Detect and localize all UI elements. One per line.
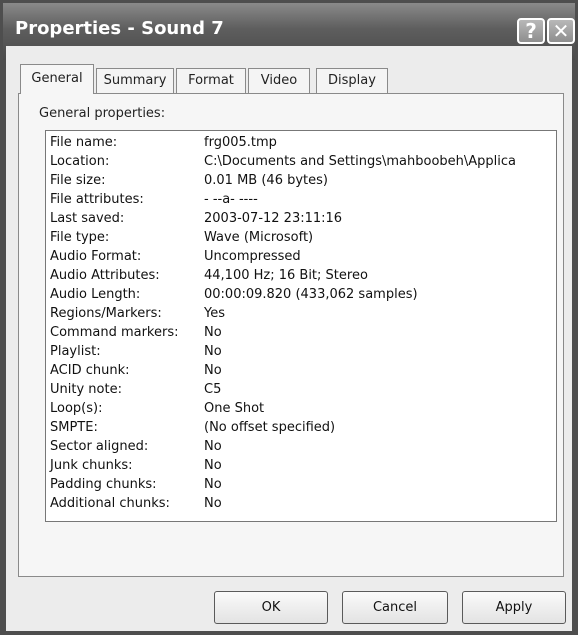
help-icon: ?	[525, 19, 537, 43]
property-value: No	[204, 458, 222, 473]
cancel-button[interactable]: Cancel	[342, 591, 448, 624]
dialog-client-area: General Summary Format Video Display Gen…	[6, 46, 572, 631]
property-key: File size:	[50, 173, 106, 188]
property-value: No	[204, 477, 222, 492]
tab-format[interactable]: Format	[176, 68, 246, 93]
property-key: Command markers:	[50, 325, 179, 340]
property-value: One Shot	[204, 401, 265, 416]
property-key: Audio Format:	[50, 249, 142, 264]
tab-display-label: Display	[328, 73, 376, 88]
properties-list[interactable]: File name: frg005.tmp Location: C:\Documen…	[45, 130, 557, 522]
close-icon: ✕	[552, 19, 570, 43]
property-value: No	[204, 363, 222, 378]
property-key: Loop(s):	[50, 401, 103, 416]
general-tab-page: General properties: File name: frg005.tmp…	[18, 93, 564, 577]
property-key: Playlist:	[50, 344, 101, 359]
tab-summary[interactable]: Summary	[96, 68, 174, 93]
general-properties-label: General properties:	[39, 106, 166, 121]
ok-button[interactable]: OK	[214, 591, 328, 624]
window-title: Properties - Sound 7	[15, 18, 224, 39]
close-button[interactable]: ✕	[547, 18, 575, 44]
property-value: (No offset specified)	[204, 420, 336, 435]
property-key: Location:	[50, 154, 110, 169]
tab-general-label: General	[31, 71, 83, 86]
property-value: 44,100 Hz; 16 Bit; Stereo	[204, 268, 368, 283]
apply-button[interactable]: Apply	[462, 591, 566, 624]
property-key: File name:	[50, 135, 118, 150]
property-value: Wave (Microsoft)	[204, 230, 314, 245]
property-key: Unity note:	[50, 382, 122, 397]
properties-dialog: Properties - Sound 7 ? ✕ General Summary…	[0, 0, 578, 635]
property-value: frg005.tmp	[204, 135, 277, 150]
tab-format-label: Format	[188, 73, 234, 88]
tab-video-label: Video	[260, 73, 298, 88]
property-key: Audio Attributes:	[50, 268, 160, 283]
property-key: File attributes:	[50, 192, 144, 207]
property-key: Sector aligned:	[50, 439, 149, 454]
tab-summary-label: Summary	[103, 73, 167, 88]
property-key: Last saved:	[50, 211, 125, 226]
property-value: 00:00:09.820 (433,062 samples)	[204, 287, 418, 302]
property-key: File type:	[50, 230, 110, 245]
help-button[interactable]: ?	[517, 18, 545, 44]
property-value: 0.01 MB (46 bytes)	[204, 173, 328, 188]
property-value: C5	[204, 382, 222, 397]
property-value: No	[204, 344, 222, 359]
property-value: No	[204, 439, 222, 454]
property-value: No	[204, 325, 222, 340]
property-key: Audio Length:	[50, 287, 141, 302]
property-value: 2003-07-12 23:11:16	[204, 211, 343, 226]
tab-general[interactable]: General	[20, 64, 94, 94]
tab-display[interactable]: Display	[316, 68, 388, 93]
property-key: ACID chunk:	[50, 363, 130, 378]
property-value: Yes	[204, 306, 225, 321]
property-key: SMPTE:	[50, 420, 98, 435]
tab-video[interactable]: Video	[248, 68, 310, 93]
property-value: - --a- ----	[204, 192, 258, 207]
property-value: Uncompressed	[204, 249, 301, 264]
property-key: Padding chunks:	[50, 477, 157, 492]
property-key: Regions/Markers:	[50, 306, 162, 321]
property-value: No	[204, 496, 222, 511]
property-value: C:\Documents and Settings\mahboobeh\Appl…	[204, 154, 517, 169]
property-key: Additional chunks:	[50, 496, 170, 511]
property-key: Junk chunks:	[50, 458, 133, 473]
